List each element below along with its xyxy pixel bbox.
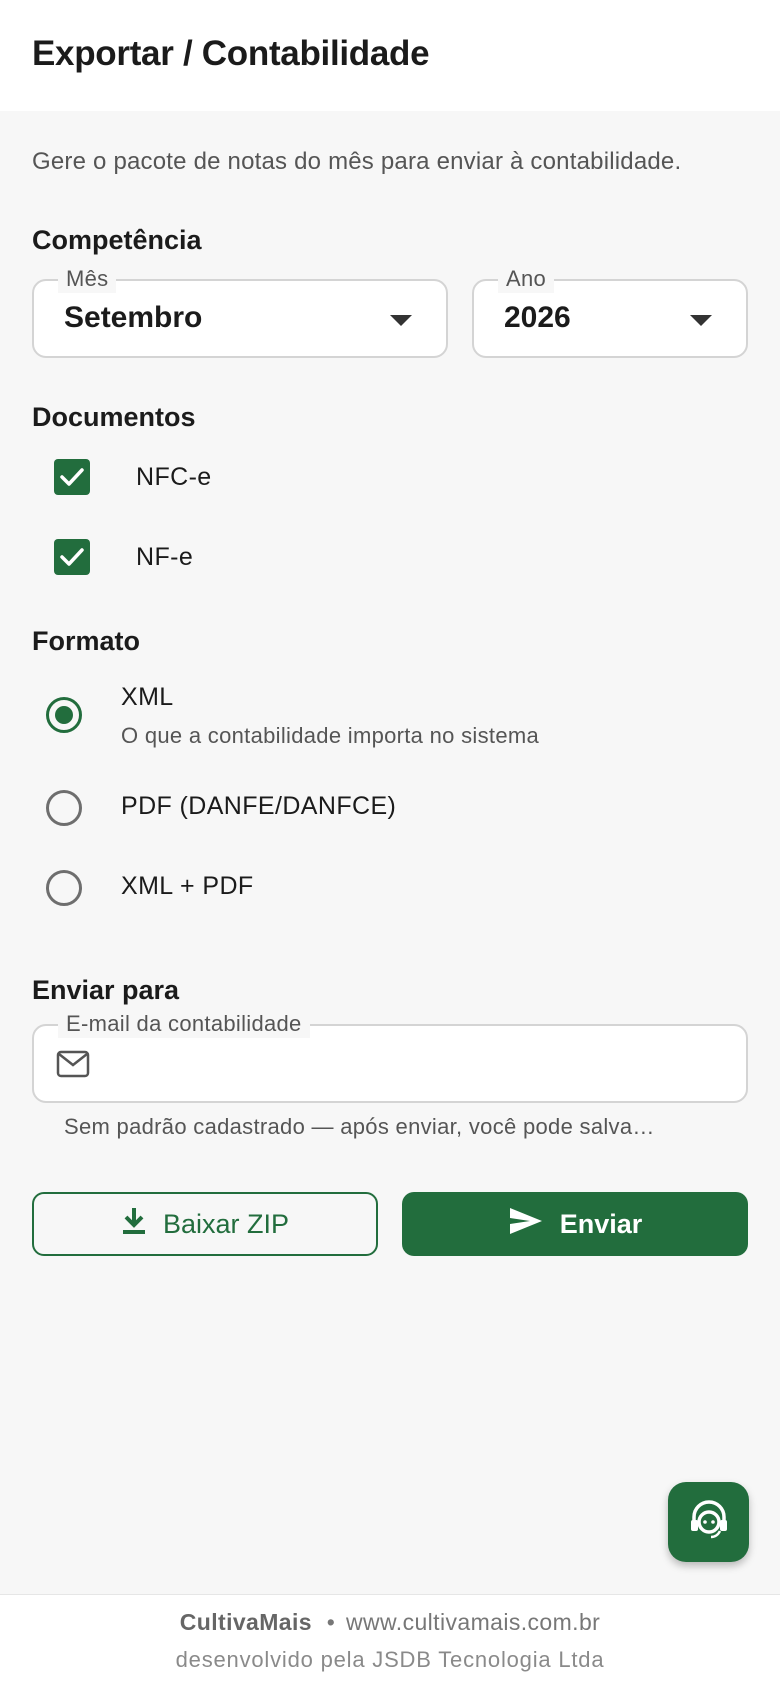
radio-selected-icon[interactable] <box>46 697 82 733</box>
section-enviar-title: Enviar para <box>32 975 180 1005</box>
footer: CultivaMais • www.cultivamais.com.br des… <box>0 1594 780 1688</box>
year-select-label: Ano <box>498 265 555 293</box>
month-select-label: Mês <box>58 265 117 293</box>
page-description: Gere o pacote de notas do mês para envia… <box>32 148 682 175</box>
checkbox-label: NF-e <box>136 543 194 571</box>
app-bar: Exportar / Contabilidade <box>0 0 780 111</box>
footer-separator: • <box>326 1609 336 1635</box>
email-field[interactable]: E-mail da contabilidade <box>32 1010 748 1103</box>
section-competencia-title: Competência <box>32 225 202 255</box>
checkbox-checked-icon[interactable] <box>54 459 90 495</box>
footer-site-link[interactable]: www.cultivamais.com.br <box>346 1609 600 1635</box>
download-icon <box>121 1206 147 1243</box>
month-select[interactable]: Mês Setembro <box>32 265 448 358</box>
send-button[interactable]: Enviar <box>402 1192 748 1256</box>
year-select[interactable]: Ano 2026 <box>472 265 748 358</box>
support-fab-button[interactable] <box>668 1482 749 1562</box>
radio-unselected-icon[interactable] <box>46 790 82 826</box>
footer-line: CultivaMais • www.cultivamais.com.br <box>0 1609 780 1636</box>
checkbox-label: NFC-e <box>136 463 212 491</box>
radio-sublabel: O que a contabilidade importa no sistema <box>121 723 540 748</box>
email-helper-text: Sem padrão cadastrado — após enviar, voc… <box>64 1114 655 1139</box>
radio-label: PDF (DANFE/DANFCE) <box>121 792 397 820</box>
send-icon <box>508 1206 544 1243</box>
email-field-label: E-mail da contabilidade <box>58 1010 310 1038</box>
footer-brand: CultivaMais <box>179 1609 312 1635</box>
page-title: Exportar / Contabilidade <box>32 34 430 73</box>
download-zip-button[interactable]: Baixar ZIP <box>32 1192 378 1256</box>
section-formato-title: Formato <box>32 626 140 656</box>
chevron-down-icon <box>690 315 712 326</box>
radio-label: XML <box>121 683 174 711</box>
send-label: Enviar <box>559 1208 643 1239</box>
chevron-down-icon <box>390 315 412 326</box>
mail-icon <box>56 1050 90 1083</box>
download-zip-label: Baixar ZIP <box>162 1208 290 1239</box>
checkbox-checked-icon[interactable] <box>54 539 90 575</box>
support-agent-icon <box>687 1498 731 1547</box>
year-select-value: 2026 <box>504 301 571 334</box>
section-documentos-title: Documentos <box>32 402 196 432</box>
radio-label: XML + PDF <box>121 872 254 900</box>
month-select-value: Setembro <box>64 301 203 334</box>
footer-developer: desenvolvido pela JSDB Tecnologia Ltda <box>175 1647 605 1672</box>
radio-unselected-icon[interactable] <box>46 870 82 906</box>
